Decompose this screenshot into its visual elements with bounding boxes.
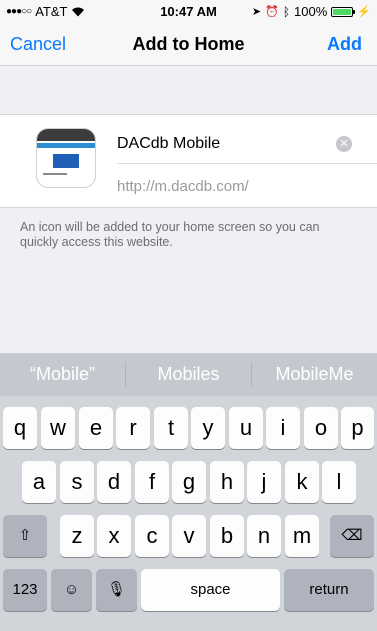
key-g[interactable]: g [172,461,206,503]
key-p[interactable]: p [341,407,374,449]
key-j[interactable]: j [247,461,281,503]
key-q[interactable]: q [3,407,37,449]
battery-icon [331,6,356,17]
key-f[interactable]: f [135,461,169,503]
page-title: Add to Home [132,34,245,54]
space-key[interactable]: space [141,569,280,611]
navigation-bar: Cancel Add to Home Add [0,22,377,66]
charging-bolt-icon: ⚡ [357,6,371,18]
key-o[interactable]: o [304,407,338,449]
key-i[interactable]: i [266,407,300,449]
key-row-1: q w e r t y u i o p [0,407,377,449]
bookmark-card: DACdb Mobile ✕ http://m.dacdb.com/ [0,114,377,208]
status-right: ➤ ⏰ ᛒ 100% ⚡ [252,4,371,19]
key-t[interactable]: t [154,407,188,449]
key-s[interactable]: s [60,461,94,503]
numbers-key[interactable]: 123 [3,569,47,611]
key-d[interactable]: d [97,461,131,503]
emoji-key-icon[interactable]: ☺ [51,569,92,611]
key-w[interactable]: w [41,407,75,449]
key-e[interactable]: e [79,407,113,449]
info-note: An icon will be added to your home scree… [20,220,320,249]
field-divider [117,163,377,164]
prediction-bar: “Mobile” Mobiles MobileMe [0,353,377,396]
microphone-key-icon[interactable]: 🎙 [96,569,137,611]
keyboard: “Mobile” Mobiles MobileMe q w e r t y u … [0,353,377,631]
key-x[interactable]: x [97,515,131,557]
prediction-1[interactable]: “Mobile” [0,353,125,396]
bookmark-name-field[interactable]: DACdb Mobile [117,135,220,153]
prediction-3[interactable]: MobileMe [252,353,377,396]
key-y[interactable]: y [191,407,225,449]
key-u[interactable]: u [229,407,263,449]
key-v[interactable]: v [172,515,206,557]
key-k[interactable]: k [285,461,319,503]
key-row-2: a s d f g h j k l [0,461,377,503]
key-m[interactable]: m [285,515,319,557]
key-row-3: ⇧ z x c v b n m ⌫ [0,515,377,557]
location-arrow-icon: ➤ [251,6,262,18]
return-key[interactable]: return [284,569,374,611]
website-icon-thumbnail [36,128,96,188]
prediction-2[interactable]: Mobiles [126,353,251,396]
clear-text-icon[interactable]: ✕ [336,136,352,152]
add-button[interactable]: Add [327,34,362,55]
key-l[interactable]: l [322,461,356,503]
key-r[interactable]: r [116,407,150,449]
status-bar: ●●●○○ AT&T 10:47 AM ➤ ⏰ ᛒ 100% ⚡ [0,0,377,22]
backspace-key-icon[interactable]: ⌫ [330,515,374,557]
battery-percent: 100% [294,4,328,19]
alarm-icon: ⏰ [265,6,279,18]
key-row-4: 123 ☺ 🎙 space return [0,569,377,611]
key-h[interactable]: h [210,461,244,503]
key-z[interactable]: z [60,515,94,557]
key-b[interactable]: b [210,515,244,557]
bookmark-url: http://m.dacdb.com/ [117,178,249,195]
bluetooth-icon: ᛒ [282,4,291,19]
key-n[interactable]: n [247,515,281,557]
key-c[interactable]: c [135,515,169,557]
shift-key-icon[interactable]: ⇧ [3,515,47,557]
key-a[interactable]: a [22,461,56,503]
